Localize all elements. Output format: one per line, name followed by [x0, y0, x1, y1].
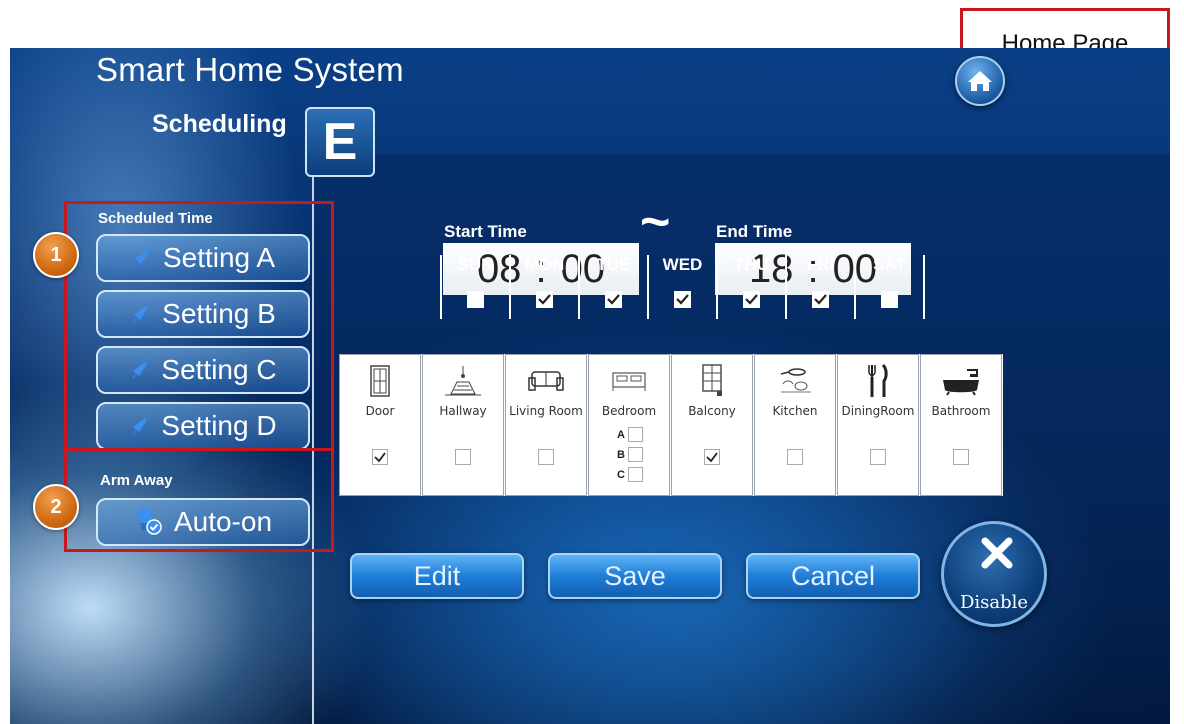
home-icon — [968, 71, 992, 91]
room-selector: Door Hallway Living Room Bedroom A B C B… — [339, 354, 1003, 496]
room-living-room: Living Room — [505, 354, 587, 496]
sofa-icon — [528, 371, 564, 391]
kitchen-icon — [780, 368, 811, 393]
day-checkbox[interactable] — [536, 291, 553, 308]
day-mon: MON — [509, 255, 578, 319]
section-title: Scheduling — [152, 110, 287, 138]
room-checkbox[interactable] — [787, 449, 803, 465]
check-icon — [607, 294, 620, 305]
room-label: Bedroom — [601, 404, 657, 418]
bedroom-a[interactable]: A — [617, 427, 643, 442]
check-icon — [374, 452, 386, 463]
room-label: Living Room — [509, 404, 583, 418]
hallway-icon — [445, 366, 481, 396]
balcony-icon — [702, 364, 722, 396]
day-label: TUE — [596, 255, 631, 274]
room-kitchen: Kitchen — [754, 354, 836, 496]
room-label: Bathroom — [931, 404, 991, 418]
day-sat: SAT — [854, 255, 925, 319]
disable-label: Disable — [959, 592, 1029, 613]
mode-badge: E — [305, 107, 375, 177]
bedroom-b[interactable]: B — [617, 447, 643, 462]
annotation-box-1 — [64, 201, 334, 451]
app-title: Smart Home System — [96, 51, 404, 88]
room-label: Kitchen — [772, 404, 818, 418]
day-label: WED — [662, 255, 703, 274]
sub-checkbox[interactable] — [627, 467, 643, 482]
day-checkbox[interactable] — [743, 291, 760, 308]
weekday-selector: SUN MON TUE WED THU FRI SAT — [440, 255, 925, 319]
day-checkbox[interactable] — [605, 291, 622, 308]
sub-label: B — [617, 448, 625, 461]
annotation-box-2 — [64, 448, 334, 552]
check-icon — [538, 294, 551, 305]
room-label: Balcony — [688, 404, 736, 418]
day-checkbox[interactable] — [812, 291, 829, 308]
disable-button[interactable]: Disable — [941, 521, 1047, 627]
room-balcony: Balcony — [671, 354, 753, 496]
check-icon — [745, 294, 758, 305]
annotation-marker-2: 2 — [33, 484, 79, 530]
check-icon — [676, 294, 689, 305]
end-time-label: End Time — [716, 222, 793, 241]
room-label: Hallway — [439, 404, 487, 418]
room-checkbox[interactable] — [372, 449, 388, 465]
edit-button[interactable]: Edit — [350, 553, 524, 599]
bed-icon — [612, 372, 646, 391]
day-label: MON — [524, 255, 565, 274]
day-label: SUN — [457, 255, 494, 274]
check-icon — [706, 452, 718, 463]
sub-checkbox[interactable] — [627, 447, 643, 462]
day-label: THU — [734, 255, 769, 274]
day-checkbox[interactable] — [467, 291, 484, 308]
room-checkbox[interactable] — [455, 449, 471, 465]
room-hallway: Hallway — [422, 354, 504, 496]
room-checkbox[interactable] — [870, 449, 886, 465]
annotation-marker-1: 1 — [33, 232, 79, 278]
day-fri: FRI — [785, 255, 854, 319]
range-tilde: ~ — [640, 193, 671, 251]
start-time-label: Start Time — [444, 222, 527, 241]
room-bedroom: Bedroom A B C — [588, 354, 670, 496]
room-label: Door — [365, 404, 395, 418]
day-thu: THU — [716, 255, 785, 319]
sub-label: A — [617, 428, 625, 441]
close-icon — [981, 537, 1013, 569]
room-dining: DiningRoom — [837, 354, 919, 496]
dining-icon — [868, 363, 888, 397]
save-button[interactable]: Save — [548, 553, 722, 599]
home-button[interactable] — [955, 56, 1005, 106]
check-icon — [814, 294, 827, 305]
sub-checkbox[interactable] — [627, 427, 643, 442]
room-label: DiningRoom — [841, 404, 915, 418]
day-tue: TUE — [578, 255, 647, 319]
bathtub-icon — [943, 369, 979, 396]
door-icon — [370, 365, 390, 397]
day-checkbox[interactable] — [674, 291, 691, 308]
room-checkbox[interactable] — [538, 449, 554, 465]
room-bathroom: Bathroom — [920, 354, 1002, 496]
day-wed: WED — [647, 255, 716, 319]
day-checkbox[interactable] — [881, 291, 898, 308]
day-sun: SUN — [440, 255, 509, 319]
cancel-button[interactable]: Cancel — [746, 553, 920, 599]
room-door: Door — [339, 354, 421, 496]
room-checkbox[interactable] — [704, 449, 720, 465]
sub-label: C — [617, 468, 625, 481]
room-checkbox[interactable] — [953, 449, 969, 465]
day-label: FRI — [806, 255, 835, 274]
bedroom-c[interactable]: C — [617, 467, 643, 482]
day-label: SAT — [873, 255, 906, 274]
